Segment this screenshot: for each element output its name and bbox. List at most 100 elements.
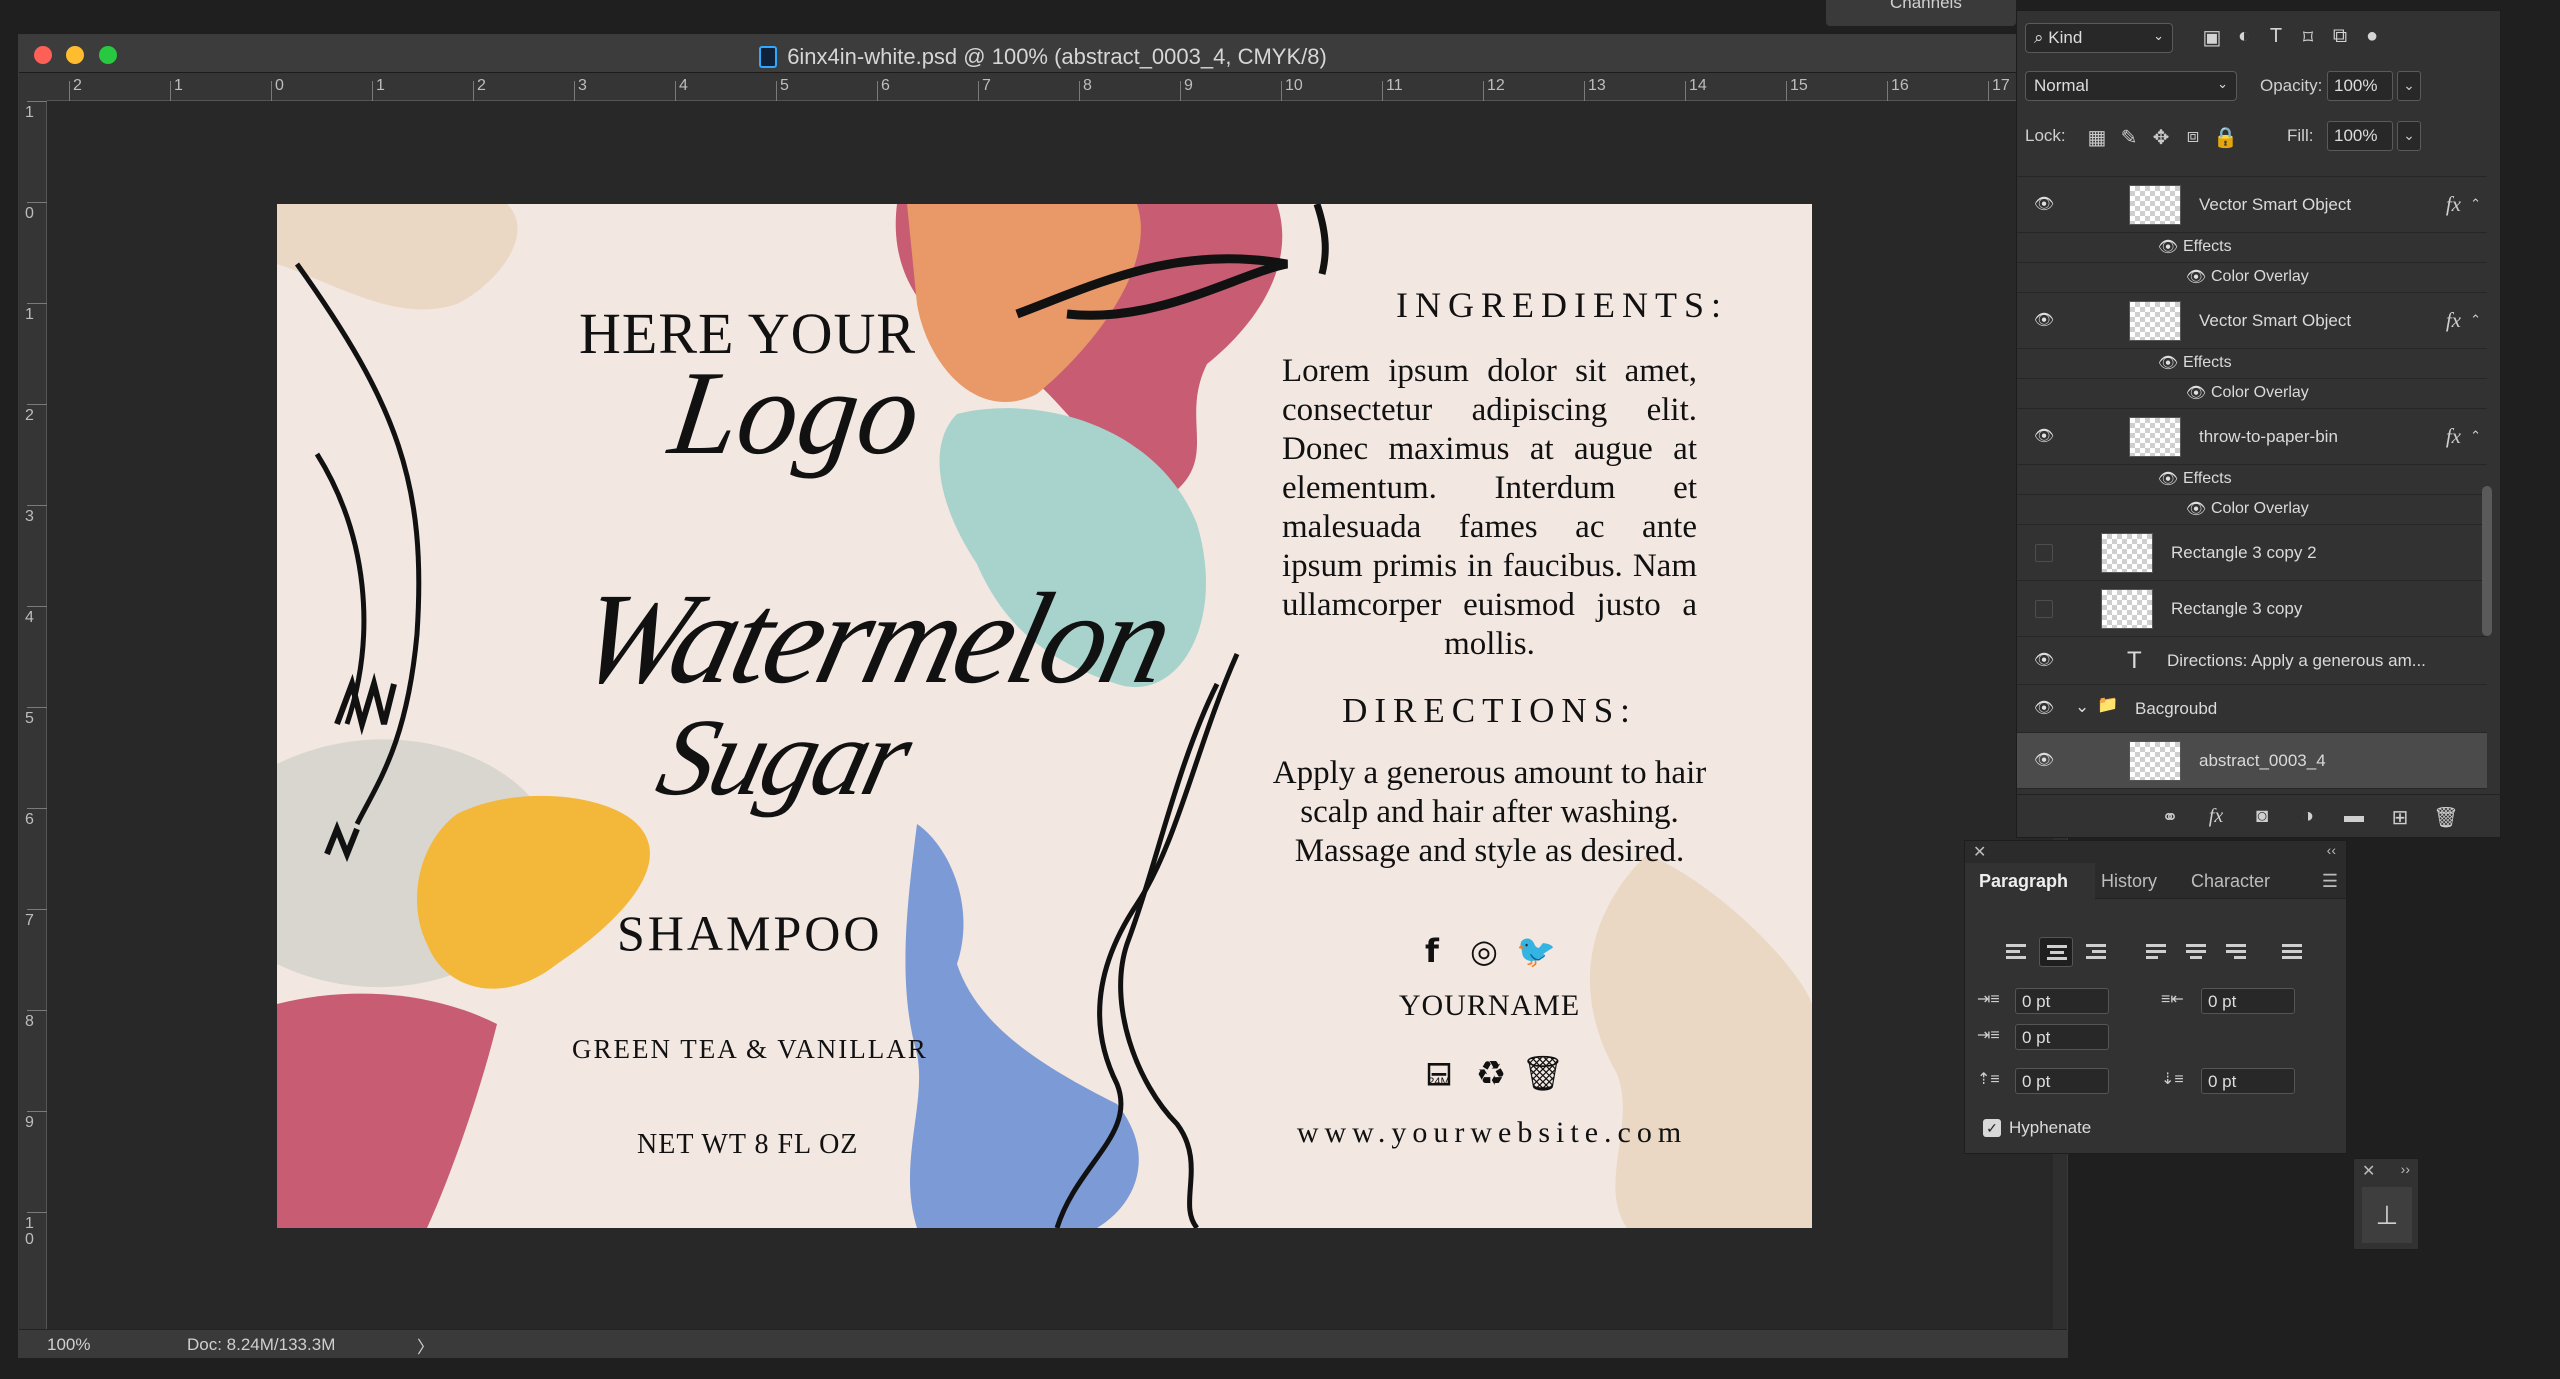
lock-transparent-icon[interactable]: ▦ (2085, 125, 2109, 149)
space-after-input[interactable]: 0 pt (2201, 1068, 2295, 1094)
fill-input[interactable]: 100% (2327, 121, 2393, 151)
indent-right-input[interactable]: 0 pt (2201, 988, 2295, 1014)
opacity-input[interactable]: 100% (2327, 71, 2393, 101)
lock-all-icon[interactable]: 🔒 (2213, 125, 2237, 149)
collapse-icon[interactable]: ‹‹ (2327, 842, 2336, 858)
layer-effect-row[interactable]: 👁Effects (2017, 233, 2487, 263)
ruler-origin[interactable] (19, 73, 47, 101)
channels-tab[interactable]: Channels (1826, 0, 2016, 26)
ruler-tick-label: 15 (1790, 77, 1808, 95)
group-expand-chevron-icon[interactable]: ⌄ (2075, 697, 2089, 717)
clone-stamp-panel-icon[interactable]: ⊥ (2362, 1187, 2412, 1243)
adjustment-layer-icon[interactable]: ◑ (2295, 805, 2321, 828)
tab-history[interactable]: History (2101, 871, 2157, 892)
lock-brush-icon[interactable]: ✎ (2117, 125, 2141, 149)
layers-scrollbar[interactable] (2482, 486, 2492, 636)
opacity-dropdown[interactable]: ⌄ (2397, 71, 2421, 101)
close-icon[interactable]: ✕ (1973, 842, 1986, 862)
filter-adjustment-icon[interactable]: ◐ (2231, 25, 2257, 51)
effects-collapse-icon[interactable]: ⌃ (2470, 312, 2481, 328)
24m-glyph: ⊟ (1425, 1054, 1454, 1094)
indent-left-input[interactable]: 0 pt (2015, 988, 2109, 1014)
visibility-toggle[interactable] (2035, 600, 2053, 618)
layer-row[interactable]: 👁⌄📁Bacgroubd (2017, 685, 2487, 733)
expand-icon[interactable]: ›› (2401, 1161, 2410, 1177)
layer-effect-row[interactable]: 👁Effects (2017, 465, 2487, 495)
zoom-level[interactable]: 100% (47, 1335, 90, 1355)
effect-visibility-eye-icon[interactable]: 👁 (2157, 353, 2179, 375)
layer-fx-icon[interactable]: fx (2446, 424, 2461, 449)
blend-mode-select[interactable]: Normal⌄ (2025, 71, 2237, 101)
visibility-eye-icon[interactable]: 👁 (2033, 750, 2055, 772)
tab-character[interactable]: Character (2191, 871, 2270, 892)
ruler-vertical[interactable]: 101234567891 0 (19, 101, 47, 1329)
space-before-input[interactable]: 0 pt (2015, 1068, 2109, 1094)
visibility-toggle[interactable] (2035, 544, 2053, 562)
panel-menu-icon[interactable]: ☰ (2322, 871, 2338, 892)
justify-last-center-button[interactable] (2179, 937, 2213, 967)
layer-row[interactable]: 👁Vector Smart Objectfx⌃ (2017, 293, 2487, 349)
layer-style-fx-icon[interactable]: fx (2203, 805, 2229, 828)
align-left-button[interactable] (1999, 937, 2033, 967)
fill-dropdown[interactable]: ⌄ (2397, 121, 2421, 151)
justify-last-right-button[interactable] (2219, 937, 2253, 967)
new-group-icon[interactable]: ▬ (2341, 805, 2367, 828)
layer-thumbnail (2129, 417, 2181, 457)
justify-last-left-button[interactable] (2139, 937, 2173, 967)
effects-collapse-icon[interactable]: ⌃ (2470, 196, 2481, 212)
hyphenate-checkbox[interactable]: ✓ (1983, 1119, 2001, 1137)
visibility-eye-icon[interactable]: 👁 (2033, 650, 2055, 672)
ruler-tick (877, 81, 878, 101)
effect-visibility-eye-icon[interactable]: 👁 (2157, 469, 2179, 491)
close-icon[interactable]: ✕ (2362, 1161, 2375, 1181)
label-artwork[interactable]: HERE YOUR Logo Watermelon Sugar SHAMPOO … (277, 204, 1812, 1228)
visibility-eye-icon[interactable]: 👁 (2033, 698, 2055, 720)
layer-fx-icon[interactable]: fx (2446, 308, 2461, 333)
ruler-tick (27, 202, 47, 203)
filter-toggle-icon[interactable]: ● (2359, 25, 2385, 51)
effect-visibility-eye-icon[interactable]: 👁 (2185, 383, 2207, 405)
filter-shape-icon[interactable]: ⌑ (2295, 25, 2321, 51)
ruler-tick-label: 4 (25, 610, 34, 626)
indent-first-line-input[interactable]: 0 pt (2015, 1024, 2109, 1050)
effect-visibility-eye-icon[interactable]: 👁 (2185, 499, 2207, 521)
effect-visibility-eye-icon[interactable]: 👁 (2185, 267, 2207, 289)
layer-row[interactable]: 👁Vector Smart Objectfx⌃ (2017, 177, 2487, 233)
add-mask-icon[interactable]: ◙ (2249, 805, 2275, 828)
filter-smart-object-icon[interactable]: ⧉ (2327, 25, 2353, 51)
visibility-eye-icon[interactable]: 👁 (2033, 194, 2055, 216)
visibility-eye-icon[interactable]: 👁 (2033, 426, 2055, 448)
new-layer-icon[interactable]: ⊞ (2387, 805, 2413, 830)
layer-row[interactable]: 👁abstract_0003_4 (2017, 733, 2487, 789)
title-bar[interactable]: 6inx4in-white.psd @ 100% (abstract_0003_… (19, 35, 2067, 73)
layer-row[interactable]: Rectangle 3 copy 2 (2017, 525, 2487, 581)
layer-effect-row[interactable]: 👁Color Overlay (2017, 495, 2487, 525)
lock-position-icon[interactable]: ✥ (2149, 125, 2173, 149)
layer-effect-row[interactable]: 👁Color Overlay (2017, 263, 2487, 293)
ruler-horizontal[interactable]: 2101234567891011121314151617 (47, 73, 2067, 101)
align-center-button[interactable] (2039, 937, 2073, 967)
align-right-button[interactable] (2079, 937, 2113, 967)
filter-pixel-icon[interactable]: ▣ (2199, 25, 2225, 51)
justify-all-button[interactable] (2275, 937, 2309, 967)
lock-artboard-icon[interactable]: ⧈ (2181, 125, 2205, 149)
status-menu-arrow[interactable]: 〉 (417, 1333, 434, 1358)
layer-row[interactable]: 👁TDirections: Apply a generous am... (2017, 637, 2487, 685)
ruler-tick-label: 4 (679, 77, 688, 95)
link-layers-icon[interactable]: ⚭ (2157, 805, 2183, 830)
tab-paragraph[interactable]: Paragraph (1979, 871, 2068, 892)
panel-header[interactable]: ✕ ‹‹ (1965, 841, 2346, 863)
effects-collapse-icon[interactable]: ⌃ (2470, 428, 2481, 444)
layer-list[interactable]: 👁Vector Smart Objectfx⌃👁Effects👁Color Ov… (2017, 176, 2487, 794)
layer-fx-icon[interactable]: fx (2446, 192, 2461, 217)
layer-effect-row[interactable]: 👁Effects (2017, 349, 2487, 379)
filter-type-icon[interactable]: T (2263, 25, 2289, 51)
layer-row[interactable]: 👁throw-to-paper-binfx⌃ (2017, 409, 2487, 465)
visibility-eye-icon[interactable]: 👁 (2033, 310, 2055, 332)
layer-filter-kind[interactable]: ⌕ Kind⌄ (2025, 23, 2173, 53)
delete-layer-icon[interactable]: 🗑 (2433, 805, 2459, 830)
effect-visibility-eye-icon[interactable]: 👁 (2157, 237, 2179, 259)
space-after-icon: ⇣≡ (2161, 1069, 2187, 1091)
layer-row[interactable]: Rectangle 3 copy (2017, 581, 2487, 637)
layer-effect-row[interactable]: 👁Color Overlay (2017, 379, 2487, 409)
